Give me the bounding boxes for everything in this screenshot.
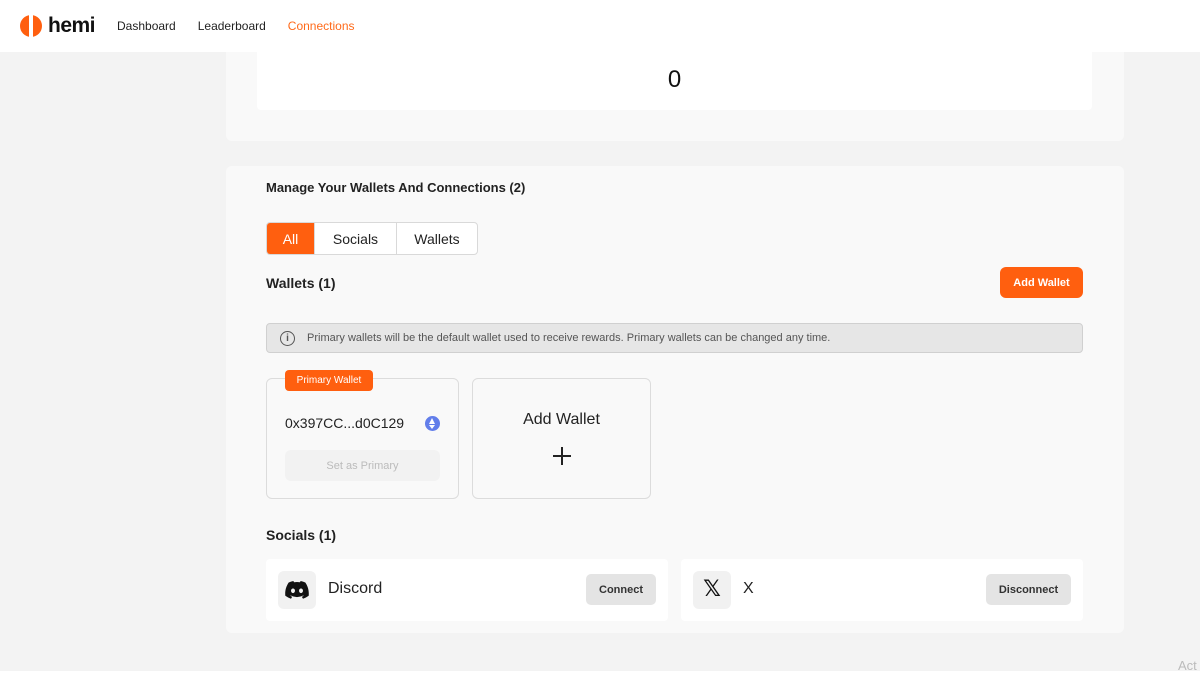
tab-wallets[interactable]: Wallets [397, 223, 477, 254]
ethereum-icon [425, 416, 440, 431]
hemi-logo[interactable]: hemi [20, 14, 96, 38]
add-wallet-button[interactable]: Add Wallet [1000, 267, 1083, 298]
logo-text: hemi [48, 14, 96, 37]
plus-icon [553, 447, 571, 465]
add-wallet-card[interactable]: Add Wallet [472, 378, 651, 499]
activation-watermark: Act [1178, 658, 1197, 673]
filter-tabs: All Socials Wallets [266, 222, 478, 255]
manage-connections-title: Manage Your Wallets And Connections (2) [266, 180, 526, 195]
discord-logo [285, 581, 309, 599]
social-name-discord: Discord [328, 580, 383, 597]
tab-all[interactable]: All [267, 223, 315, 254]
primary-wallet-notice: i Primary wallets will be the default wa… [266, 323, 1083, 353]
wallets-section-title: Wallets (1) [266, 275, 336, 291]
info-icon: i [280, 330, 295, 346]
x-disconnect-button[interactable]: Disconnect [986, 574, 1071, 605]
discord-icon [278, 571, 316, 609]
notice-text: Primary wallets will be the default wall… [307, 332, 831, 344]
set-as-primary-button[interactable]: Set as Primary [285, 450, 440, 481]
hemi-logo-icon [20, 15, 42, 37]
nav-connections[interactable]: Connections [288, 19, 355, 33]
primary-wallet-badge: Primary Wallet [285, 370, 373, 391]
nav-dashboard[interactable]: Dashboard [117, 19, 176, 33]
tab-socials[interactable]: Socials [315, 223, 397, 254]
wallet-card: 0x397CC...d0C129 Set as Primary [266, 378, 459, 499]
x-logo: 𝕏 [703, 577, 721, 602]
socials-section-title: Socials (1) [266, 527, 337, 543]
nav-leaderboard[interactable]: Leaderboard [198, 19, 266, 33]
wallet-address: 0x397CC...d0C129 [285, 415, 405, 431]
stat-value: 0 [667, 66, 682, 93]
social-card-discord: Discord Connect [266, 559, 668, 621]
page-bottom [0, 671, 1200, 681]
discord-connect-button[interactable]: Connect [586, 574, 656, 605]
x-icon: 𝕏 [693, 571, 731, 609]
add-wallet-card-label: Add Wallet [523, 411, 600, 428]
social-card-x: 𝕏 X Disconnect [681, 559, 1083, 621]
social-name-x: X [743, 580, 754, 597]
top-navigation: hemi Dashboard Leaderboard Connections [0, 0, 1200, 52]
